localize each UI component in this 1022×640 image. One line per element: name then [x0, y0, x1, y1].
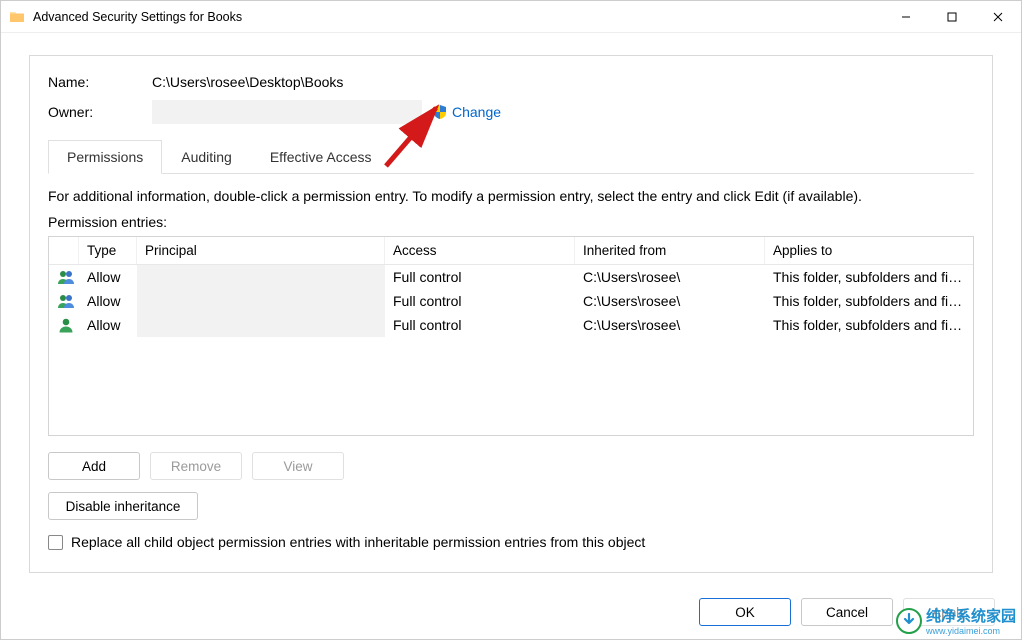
table-row[interactable]: Allow Full control C:\Users\rosee\ This …: [49, 313, 973, 337]
dialog-footer: OK Cancel Apply: [1, 585, 1021, 639]
add-button[interactable]: Add: [48, 452, 140, 480]
row-icon-cell: [49, 315, 79, 335]
view-button: View: [252, 452, 344, 480]
permission-entries-label: Permission entries:: [48, 214, 974, 230]
inner-panel: Name: C:\Users\rosee\Desktop\Books Owner…: [29, 55, 993, 573]
table-row[interactable]: Allow Full control C:\Users\rosee\ This …: [49, 265, 973, 289]
close-icon: [993, 12, 1003, 22]
replace-children-row: Replace all child object permission entr…: [48, 534, 974, 550]
col-header-icon[interactable]: [49, 237, 79, 264]
row-icon-cell: [49, 267, 79, 287]
row-applies: This folder, subfolders and files: [765, 315, 973, 335]
entry-button-row: Add Remove View: [48, 452, 974, 480]
table-body: Allow Full control C:\Users\rosee\ This …: [49, 265, 973, 337]
table-row[interactable]: Allow Full control C:\Users\rosee\ This …: [49, 289, 973, 313]
row-applies: This folder, subfolders and files: [765, 291, 973, 311]
row-access: Full control: [385, 315, 575, 335]
users-group-icon: [57, 293, 75, 309]
row-type: Allow: [79, 291, 137, 311]
row-inherited: C:\Users\rosee\: [575, 315, 765, 335]
col-header-type[interactable]: Type: [79, 237, 137, 264]
name-row: Name: C:\Users\rosee\Desktop\Books: [48, 74, 974, 90]
shield-icon: [432, 104, 448, 120]
row-applies: This folder, subfolders and files: [765, 267, 973, 287]
row-type: Allow: [79, 315, 137, 335]
cancel-button[interactable]: Cancel: [801, 598, 893, 626]
tab-auditing[interactable]: Auditing: [162, 140, 251, 173]
content-area: Name: C:\Users\rosee\Desktop\Books Owner…: [1, 33, 1021, 585]
row-inherited: C:\Users\rosee\: [575, 291, 765, 311]
name-label: Name:: [48, 74, 152, 90]
change-owner-link[interactable]: Change: [452, 104, 501, 120]
tab-permissions[interactable]: Permissions: [48, 140, 162, 174]
col-header-applies[interactable]: Applies to: [765, 237, 973, 264]
owner-row: Owner: Change: [48, 100, 974, 124]
table-header: Type Principal Access Inherited from App…: [49, 237, 973, 265]
replace-children-label: Replace all child object permission entr…: [71, 534, 645, 550]
row-access: Full control: [385, 267, 575, 287]
minimize-icon: [901, 12, 911, 22]
titlebar: Advanced Security Settings for Books: [1, 1, 1021, 33]
info-text: For additional information, double-click…: [48, 188, 974, 204]
row-access: Full control: [385, 291, 575, 311]
owner-value: [152, 100, 422, 124]
remove-button: Remove: [150, 452, 242, 480]
col-header-access[interactable]: Access: [385, 237, 575, 264]
replace-children-checkbox[interactable]: [48, 535, 63, 550]
tab-effective-access[interactable]: Effective Access: [251, 140, 391, 173]
disable-inheritance-button[interactable]: Disable inheritance: [48, 492, 198, 520]
col-header-principal[interactable]: Principal: [137, 237, 385, 264]
users-group-icon: [57, 269, 75, 285]
user-icon: [57, 317, 75, 333]
maximize-icon: [947, 12, 957, 22]
ok-button[interactable]: OK: [699, 598, 791, 626]
name-value: C:\Users\rosee\Desktop\Books: [152, 74, 343, 90]
row-inherited: C:\Users\rosee\: [575, 267, 765, 287]
maximize-button[interactable]: [929, 1, 975, 33]
row-principal: [137, 265, 385, 289]
inheritance-button-row: Disable inheritance: [48, 492, 974, 520]
tabs-strip: Permissions Auditing Effective Access: [48, 140, 974, 174]
col-header-inherited[interactable]: Inherited from: [575, 237, 765, 264]
row-principal: [137, 289, 385, 313]
close-button[interactable]: [975, 1, 1021, 33]
owner-label: Owner:: [48, 104, 152, 120]
window-frame: Advanced Security Settings for Books Nam…: [0, 0, 1022, 640]
row-principal: [137, 313, 385, 337]
permission-entries-table: Type Principal Access Inherited from App…: [48, 236, 974, 436]
minimize-button[interactable]: [883, 1, 929, 33]
window-title: Advanced Security Settings for Books: [33, 10, 242, 24]
row-type: Allow: [79, 267, 137, 287]
folder-icon: [9, 9, 25, 25]
row-icon-cell: [49, 291, 79, 311]
apply-button: Apply: [903, 598, 995, 626]
